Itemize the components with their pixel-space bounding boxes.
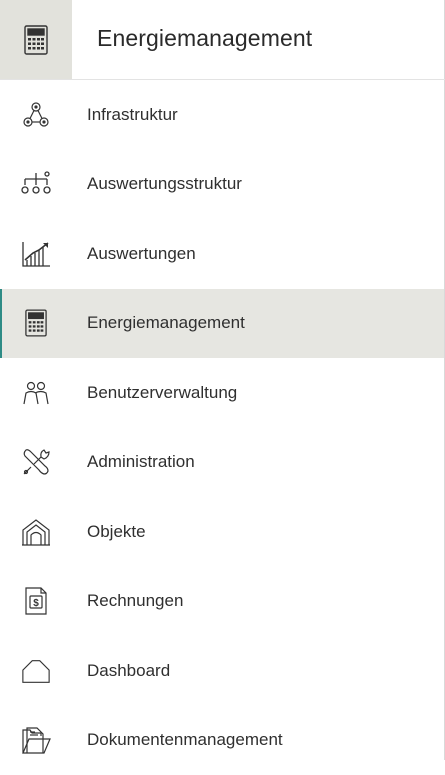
header-icon-button[interactable] [0,0,72,79]
calculator-icon [21,308,51,338]
sidebar-item-label: Benutzerverwaltung [87,383,237,403]
sidebar-item-label: Dokumentenmanagement [87,730,283,750]
sidebar-item-label: Auswertungen [87,244,196,264]
sidebar-item-auswertungsstruktur[interactable]: Auswertungsstruktur [0,150,444,220]
sidebar-item-energiemanagement[interactable]: Energiemanagement [0,289,444,359]
sidebar-item-administration[interactable]: Administration [0,428,444,498]
sidebar-item-label: Infrastruktur [87,105,178,125]
sidebar-item-label: Energiemanagement [87,313,245,333]
navigation-panel: Energiemanagement Infrastruktur [0,0,445,760]
sidebar-item-label: Objekte [87,522,146,542]
svg-text:$: $ [33,598,39,609]
documents-icon [21,725,51,755]
dashboard-icon [21,656,51,686]
sidebar-item-dashboard[interactable]: Dashboard [0,636,444,706]
page-title: Energiemanagement [97,25,312,52]
sidebar-item-infrastruktur[interactable]: Infrastruktur [0,80,444,150]
calculator-icon [24,25,48,55]
sidebar-item-label: Auswertungsstruktur [87,174,242,194]
sidebar-item-label: Dashboard [87,661,170,681]
sidebar-item-rechnungen[interactable]: $ Rechnungen [0,567,444,637]
network-nodes-icon [21,100,51,130]
sidebar-item-objekte[interactable]: Objekte [0,497,444,567]
building-icon [21,517,51,547]
sidebar-item-benutzerverwaltung[interactable]: Benutzerverwaltung [0,358,444,428]
users-icon [21,378,51,408]
sidebar-item-label: Rechnungen [87,591,183,611]
bar-chart-icon [21,239,51,269]
sidebar-menu: Infrastruktur Auswertungsstruktur [0,80,444,775]
invoice-icon: $ [21,586,51,616]
hierarchy-icon [21,169,51,199]
sidebar-item-dokumentenmanagement[interactable]: Dokumentenmanagement [0,706,444,775]
tools-icon [21,447,51,477]
sidebar-item-label: Administration [87,452,195,472]
panel-header: Energiemanagement [0,0,445,80]
sidebar-item-auswertungen[interactable]: Auswertungen [0,219,444,289]
